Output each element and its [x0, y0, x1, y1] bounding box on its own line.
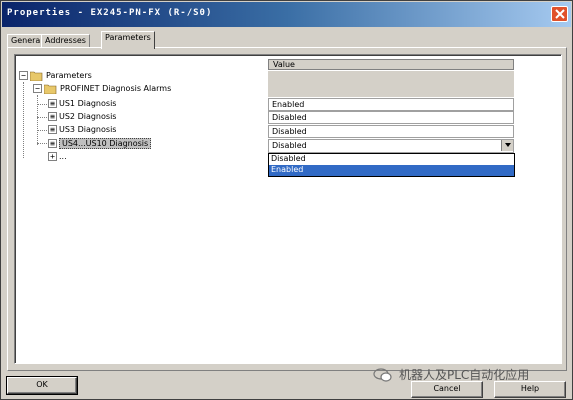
- tree-label-us3: US3 Diagnosis: [59, 125, 117, 134]
- tree-label-us1: US1 Diagnosis: [59, 99, 117, 108]
- tree-item-parameters[interactable]: − Parameters: [19, 69, 92, 82]
- tree-line: [37, 95, 38, 145]
- properties-dialog: Properties - EX245-PN-FX (R-/S0) General…: [0, 0, 573, 400]
- tree-item-us3[interactable]: ≡ US3 Diagnosis: [48, 123, 116, 136]
- tree-item-us2[interactable]: ≡ US2 Diagnosis: [48, 110, 116, 123]
- ok-button[interactable]: OK: [6, 376, 78, 395]
- tree-item-us1[interactable]: ≡ US1 Diagnosis: [48, 97, 116, 110]
- param-icon: ≡: [48, 112, 57, 121]
- tree-item-profinet-alarms[interactable]: − PROFINET Diagnosis Alarms: [33, 82, 171, 95]
- window-title: Properties - EX245-PN-FX (R-/S0): [7, 8, 213, 18]
- tree-label-us2: US2 Diagnosis: [59, 112, 117, 121]
- chevron-down-icon: [505, 143, 511, 147]
- value-cell-parameters: [268, 71, 514, 84]
- value-cell-profinet-alarms: [268, 84, 514, 97]
- tab-addresses[interactable]: Addresses: [41, 34, 90, 48]
- collapse-icon[interactable]: −: [19, 71, 28, 80]
- wechat-icon: [373, 367, 392, 382]
- cancel-button[interactable]: Cancel: [411, 381, 483, 398]
- value-cell-us1[interactable]: Enabled: [268, 98, 514, 111]
- value-column-header: Value: [268, 59, 514, 70]
- value-select-us4-us10[interactable]: Disabled: [268, 139, 514, 153]
- help-button[interactable]: Help: [494, 381, 566, 398]
- tree-label-profinet-alarms: PROFINET Diagnosis Alarms: [60, 84, 172, 93]
- tree-item-more[interactable]: + ...: [48, 150, 67, 163]
- tree-label-more: ...: [59, 152, 67, 161]
- dropdown-list: Disabled Enabled: [268, 153, 515, 177]
- dropdown-option-disabled[interactable]: Disabled: [269, 154, 514, 165]
- close-icon: [555, 9, 565, 19]
- tab-parameters[interactable]: Parameters: [101, 31, 155, 49]
- collapse-icon[interactable]: −: [33, 84, 42, 93]
- dropdown-option-enabled[interactable]: Enabled: [269, 165, 514, 176]
- folder-open-icon: [44, 84, 57, 94]
- title-bar[interactable]: Properties - EX245-PN-FX (R-/S0): [2, 2, 571, 27]
- tree-item-us4-us10[interactable]: ≡ US4...US10 Diagnosis: [48, 137, 152, 150]
- param-icon: ≡: [48, 125, 57, 134]
- param-icon: ≡: [48, 139, 57, 148]
- expand-icon[interactable]: +: [48, 152, 57, 161]
- tree-line: [23, 82, 24, 158]
- value-cell-us3[interactable]: Disabled: [268, 125, 514, 138]
- param-icon: ≡: [48, 99, 57, 108]
- tree-label-parameters: Parameters: [46, 71, 92, 80]
- dropdown-button[interactable]: [501, 140, 513, 151]
- tree-label-us4-us10: US4...US10 Diagnosis: [59, 138, 152, 149]
- close-button[interactable]: [551, 6, 568, 22]
- folder-open-icon: [30, 71, 43, 81]
- parameter-grid: − Parameters − PROFINET Diagnosis Alarms…: [14, 54, 562, 364]
- value-select-current: Disabled: [272, 141, 307, 150]
- value-cell-us2[interactable]: Disabled: [268, 111, 514, 124]
